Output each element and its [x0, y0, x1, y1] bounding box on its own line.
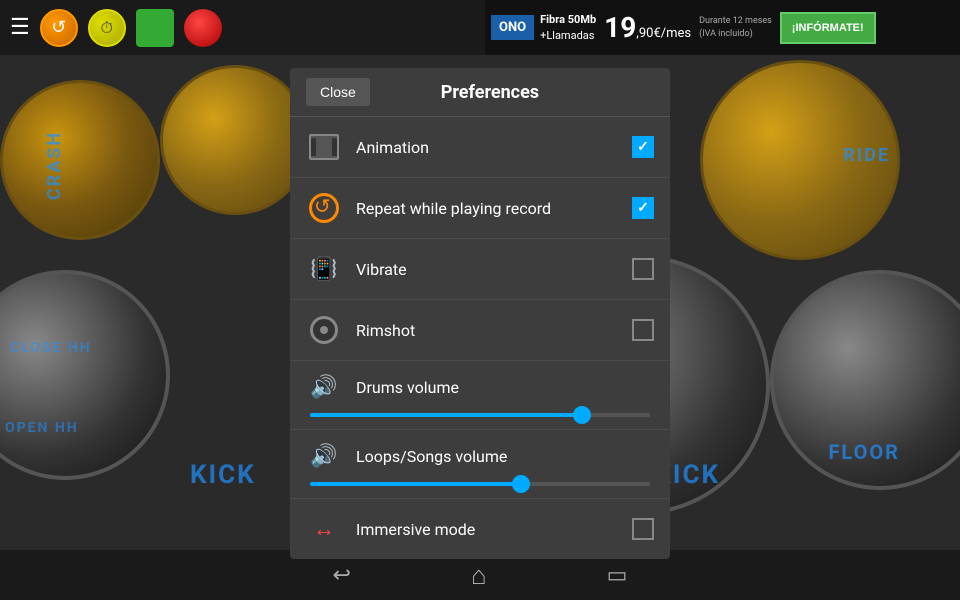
dialog-title: Preferences: [386, 82, 654, 103]
immersive-label: Immersive mode: [356, 520, 632, 539]
dialog-overlay: Close Preferences Animation ✓ Repeat whi…: [0, 0, 960, 600]
repeat-label: Repeat while playing record: [356, 199, 632, 218]
loops-volume-section: 🔊 Loops/Songs volume: [290, 430, 670, 499]
rimshot-icon: [306, 312, 342, 348]
rimshot-preference[interactable]: Rimshot: [290, 300, 670, 361]
animation-preference[interactable]: Animation ✓: [290, 117, 670, 178]
loops-volume-icon: 🔊: [306, 438, 342, 474]
immersive-checkbox[interactable]: [632, 518, 654, 540]
animation-label: Animation: [356, 138, 632, 157]
repeat-icon: [306, 190, 342, 226]
dialog-header: Close Preferences: [290, 68, 670, 117]
repeat-checkbox[interactable]: ✓: [632, 197, 654, 219]
drums-volume-thumb[interactable]: [573, 406, 591, 424]
immersive-preference[interactable]: ↔ Immersive mode: [290, 499, 670, 559]
drums-volume-section: 🔊 Drums volume: [290, 361, 670, 430]
vibrate-icon: 📳: [306, 251, 342, 287]
drums-volume-label: Drums volume: [356, 378, 459, 397]
vibrate-checkbox[interactable]: [632, 258, 654, 280]
animation-icon: [306, 129, 342, 165]
animation-checkbox[interactable]: ✓: [632, 136, 654, 158]
loops-volume-label: Loops/Songs volume: [356, 447, 507, 466]
close-button[interactable]: Close: [306, 78, 370, 106]
loops-volume-fill: [310, 482, 521, 486]
drums-volume-icon: 🔊: [306, 369, 342, 405]
vibrate-label: Vibrate: [356, 260, 632, 279]
loops-volume-slider[interactable]: [310, 482, 650, 486]
drums-volume-slider[interactable]: [310, 413, 650, 417]
vibrate-preference[interactable]: 📳 Vibrate: [290, 239, 670, 300]
loops-volume-thumb[interactable]: [512, 475, 530, 493]
rimshot-checkbox[interactable]: [632, 319, 654, 341]
repeat-preference[interactable]: Repeat while playing record ✓: [290, 178, 670, 239]
rimshot-label: Rimshot: [356, 321, 632, 340]
drums-volume-fill: [310, 413, 582, 417]
preferences-dialog: Close Preferences Animation ✓ Repeat whi…: [290, 68, 670, 559]
immersive-icon: ↔: [306, 511, 342, 547]
